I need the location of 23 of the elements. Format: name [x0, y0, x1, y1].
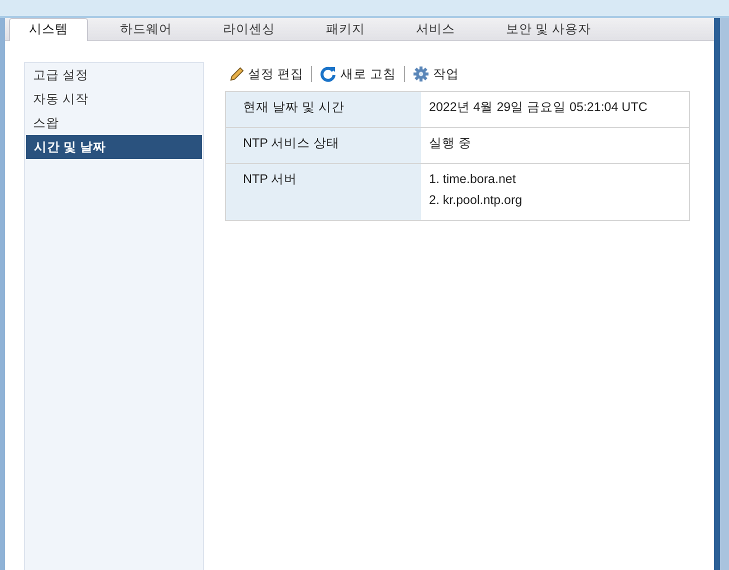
table-cell: 현재 날짜 및 시간: [226, 92, 421, 127]
tab[interactable]: 보안 및 사용자: [487, 19, 610, 40]
tab[interactable]: 서비스: [397, 19, 474, 40]
tab[interactable]: 라이센싱: [204, 19, 294, 40]
tab[interactable]: 패키지: [307, 19, 384, 40]
table-cell-text: 2022년 4월 29일 금요일 05:21:04 UTC: [429, 99, 648, 116]
sidebar-item[interactable]: 고급 설정: [25, 63, 203, 87]
gear-icon: [412, 66, 429, 82]
sidebar-item[interactable]: 스왑: [25, 111, 203, 135]
table-cell-text: 2. kr.pool.ntp.org: [429, 192, 524, 209]
tab[interactable]: 시스템: [9, 18, 88, 41]
toolbar-button[interactable]: 새로 고침: [320, 66, 396, 82]
sidebar-item[interactable]: 자동 시작: [25, 87, 203, 111]
toolbar-button[interactable]: 설정 편집: [229, 66, 304, 82]
tab[interactable]: 하드웨어: [101, 19, 191, 40]
table-cell-text: 실행 중: [429, 135, 472, 152]
sidebar-item[interactable]: 시간 및 날짜: [26, 135, 202, 159]
pencil-icon: [229, 66, 244, 82]
table-cell-text: 1. time.bora.net: [429, 171, 517, 188]
table-cell: NTP 서버: [226, 164, 421, 220]
table-cell: NTP 서비스 상태: [226, 128, 421, 163]
refresh-icon: [320, 66, 336, 82]
toolbar-button[interactable]: 작업: [412, 66, 459, 82]
